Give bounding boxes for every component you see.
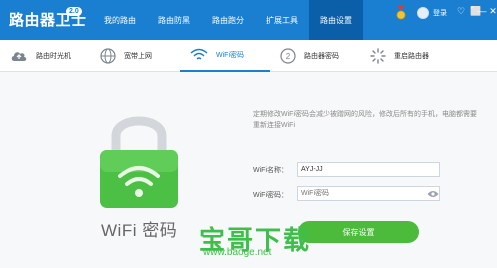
wifi-password-input[interactable] bbox=[297, 186, 440, 201]
minimize-icon[interactable]: — bbox=[477, 6, 487, 16]
nav-router-benchmark[interactable]: 路由跑分 bbox=[201, 0, 255, 40]
globe-icon bbox=[100, 48, 116, 64]
nav-extension-tools[interactable]: 扩展工具 bbox=[255, 0, 309, 40]
nav-router-settings[interactable]: 路由设置 bbox=[309, 0, 363, 40]
wifi-name-input[interactable] bbox=[297, 162, 440, 177]
info-text: 定期修改WiFi密码会减少被蹭网的风险，修改后所有的手机，电脑都需要重新连接Wi… bbox=[253, 111, 477, 129]
title-bar: 路由器卫士 2.0 我的路由 路由防黑 路由跑分 扩展工具 路由设置 登录 ♡ … bbox=[0, 0, 497, 40]
tab-label: 路由时光机 bbox=[36, 53, 71, 60]
version-badge: 2.0 bbox=[66, 7, 82, 16]
skin-icon[interactable]: ♡ bbox=[456, 6, 466, 16]
wifi-password-panel: WiFi 密码 定期修改WiFi密码会减少被蹭网的风险，修改后所有的手机，电脑都… bbox=[0, 73, 497, 268]
subtab-bar: 路由时光机 宽带上网 WiFi密码 2 路由器密码 重启路由器 bbox=[0, 40, 497, 72]
tab-label: WiFi密码 bbox=[216, 52, 244, 59]
watermark-url: www.baoge.net bbox=[203, 247, 272, 258]
close-icon[interactable]: ✕ bbox=[488, 6, 497, 16]
nav-my-router[interactable]: 我的路由 bbox=[93, 0, 147, 40]
save-button[interactable]: 保存设置 bbox=[298, 221, 419, 243]
tab-wifi-password[interactable]: WiFi密码 bbox=[180, 40, 270, 72]
tab-restart-router[interactable]: 重启路由器 bbox=[360, 40, 450, 72]
svg-text:2: 2 bbox=[286, 52, 291, 61]
cloud-upload-icon bbox=[11, 52, 27, 61]
wifi-password-label: WiFi密码： bbox=[253, 192, 288, 199]
tab-label: 宽带上网 bbox=[124, 53, 152, 60]
wifi-icon bbox=[190, 48, 208, 60]
avatar[interactable] bbox=[417, 7, 429, 19]
tab-router-time-machine[interactable]: 路由时光机 bbox=[0, 40, 90, 72]
medal-icon[interactable] bbox=[396, 6, 406, 20]
router-password-icon: 2 bbox=[280, 48, 296, 64]
nav-router-protect[interactable]: 路由防黑 bbox=[147, 0, 201, 40]
main-nav: 我的路由 路由防黑 路由跑分 扩展工具 路由设置 bbox=[93, 0, 363, 40]
login-link[interactable]: 登录 bbox=[433, 8, 447, 18]
tab-label: 路由器密码 bbox=[304, 53, 339, 60]
wifi-caption: WiFi 密码 bbox=[101, 221, 178, 240]
lock-icon bbox=[100, 116, 178, 208]
wifi-name-label: WiFi名称： bbox=[253, 167, 288, 174]
restart-icon bbox=[370, 48, 386, 64]
tab-label: 重启路由器 bbox=[394, 53, 429, 60]
eye-icon[interactable] bbox=[427, 190, 439, 198]
tab-broadband[interactable]: 宽带上网 bbox=[90, 40, 180, 72]
tab-router-password[interactable]: 2 路由器密码 bbox=[270, 40, 360, 72]
